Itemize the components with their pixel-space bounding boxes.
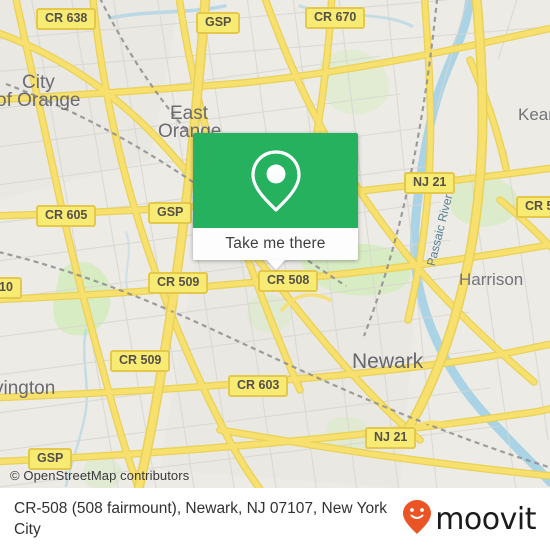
route-shield-cr-638[interactable]: CR 638 [36, 8, 97, 30]
route-shield-cr-670[interactable]: CR 670 [305, 7, 366, 29]
route-shield-nj-21-south[interactable]: NJ 21 [365, 427, 417, 449]
route-shield-cr-5-right[interactable]: CR 5 [516, 196, 550, 218]
route-shield-cr-509-lower[interactable]: CR 509 [110, 350, 171, 372]
map-label-harrison: Harrison [459, 270, 524, 289]
map-label-of-orange: of Orange [0, 90, 81, 111]
moovit-logo[interactable]: moovit [402, 499, 536, 540]
route-shield-gsp-mid[interactable]: GSP [148, 202, 193, 224]
route-shield-cr-605[interactable]: CR 605 [36, 205, 97, 227]
location-popup-card[interactable]: Take me there [193, 133, 358, 270]
footer-bar: CR-508 (508 fairmount), Newark, NJ 07107… [0, 488, 550, 550]
moovit-wordmark: moovit [435, 501, 536, 537]
moovit-smiley-pin-icon [402, 499, 432, 540]
route-shield-510-left[interactable]: 10 [0, 277, 22, 299]
map-label-irvington: vington [0, 378, 56, 399]
route-shield-cr-508[interactable]: CR 508 [258, 270, 319, 292]
route-shield-nj-21-north[interactable]: NJ 21 [404, 172, 456, 194]
route-shield-gsp-top[interactable]: GSP [196, 12, 241, 34]
map-label-newark: Newark [352, 350, 424, 373]
screenshot-root: .w { stroke:#ffffff; fill:none; } .mn { … [0, 0, 550, 550]
location-address: CR-508 (508 fairmount), Newark, NJ 07107… [14, 500, 388, 538]
route-shield-cr-509-upper[interactable]: CR 509 [148, 272, 209, 294]
take-me-there-label: Take me there [225, 235, 326, 252]
map-attribution[interactable]: © OpenStreetMap contributors [0, 464, 550, 488]
map-pin-icon [193, 147, 358, 215]
route-shield-cr-603[interactable]: CR 603 [228, 375, 289, 397]
popup-header [193, 133, 358, 228]
map-label-kearny: Kearn [518, 105, 550, 124]
take-me-there-button[interactable]: Take me there [193, 228, 358, 270]
popup-pointer-tail [266, 260, 285, 270]
